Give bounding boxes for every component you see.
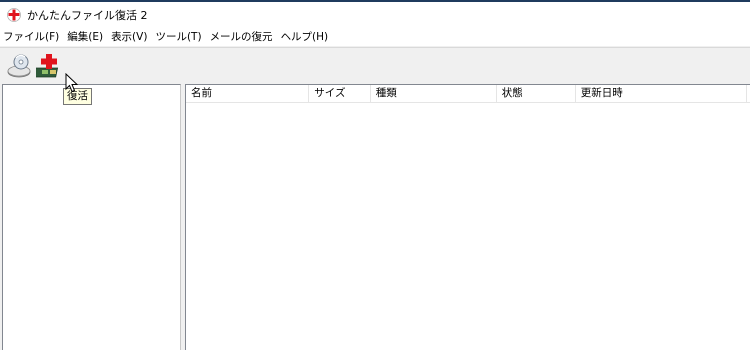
menu-mail-restore[interactable]: メールの復元 xyxy=(206,28,277,46)
mouse-cursor-icon xyxy=(65,73,79,93)
file-list-header: 名前 サイズ 種類 状態 更新日時 xyxy=(186,85,750,103)
restore-button[interactable] xyxy=(36,52,64,80)
column-size-header[interactable]: サイズ xyxy=(309,85,371,102)
toolbar xyxy=(0,47,750,83)
menu-edit[interactable]: 編集(E) xyxy=(63,28,107,46)
menu-view[interactable]: 表示(V) xyxy=(107,28,151,46)
app-window: かんたんファイル復活 2 ファイル(F) 編集(E) 表示(V) ツール(T) … xyxy=(0,0,750,350)
column-type-header[interactable]: 種類 xyxy=(371,85,497,102)
menu-bar: ファイル(F) 編集(E) 表示(V) ツール(T) メールの復元 ヘルプ(H) xyxy=(0,28,750,46)
app-red-cross-icon xyxy=(7,8,21,22)
menu-help[interactable]: ヘルプ(H) xyxy=(277,28,333,46)
column-modified-header[interactable]: 更新日時 xyxy=(576,85,748,102)
column-status-header[interactable]: 状態 xyxy=(497,85,576,102)
menu-file[interactable]: ファイル(F) xyxy=(0,28,63,46)
column-name-header[interactable]: 名前 xyxy=(186,85,310,102)
scan-button[interactable] xyxy=(6,52,34,80)
title-bar: かんたんファイル復活 2 xyxy=(0,2,750,28)
window-title: かんたんファイル復活 2 xyxy=(27,9,148,22)
restore-icon xyxy=(36,54,59,78)
folder-tree-pane[interactable] xyxy=(2,84,181,350)
disk-scan-icon xyxy=(7,54,31,78)
menu-tools[interactable]: ツール(T) xyxy=(151,28,205,46)
file-list-pane[interactable]: 名前 サイズ 種類 状態 更新日時 xyxy=(185,84,750,350)
